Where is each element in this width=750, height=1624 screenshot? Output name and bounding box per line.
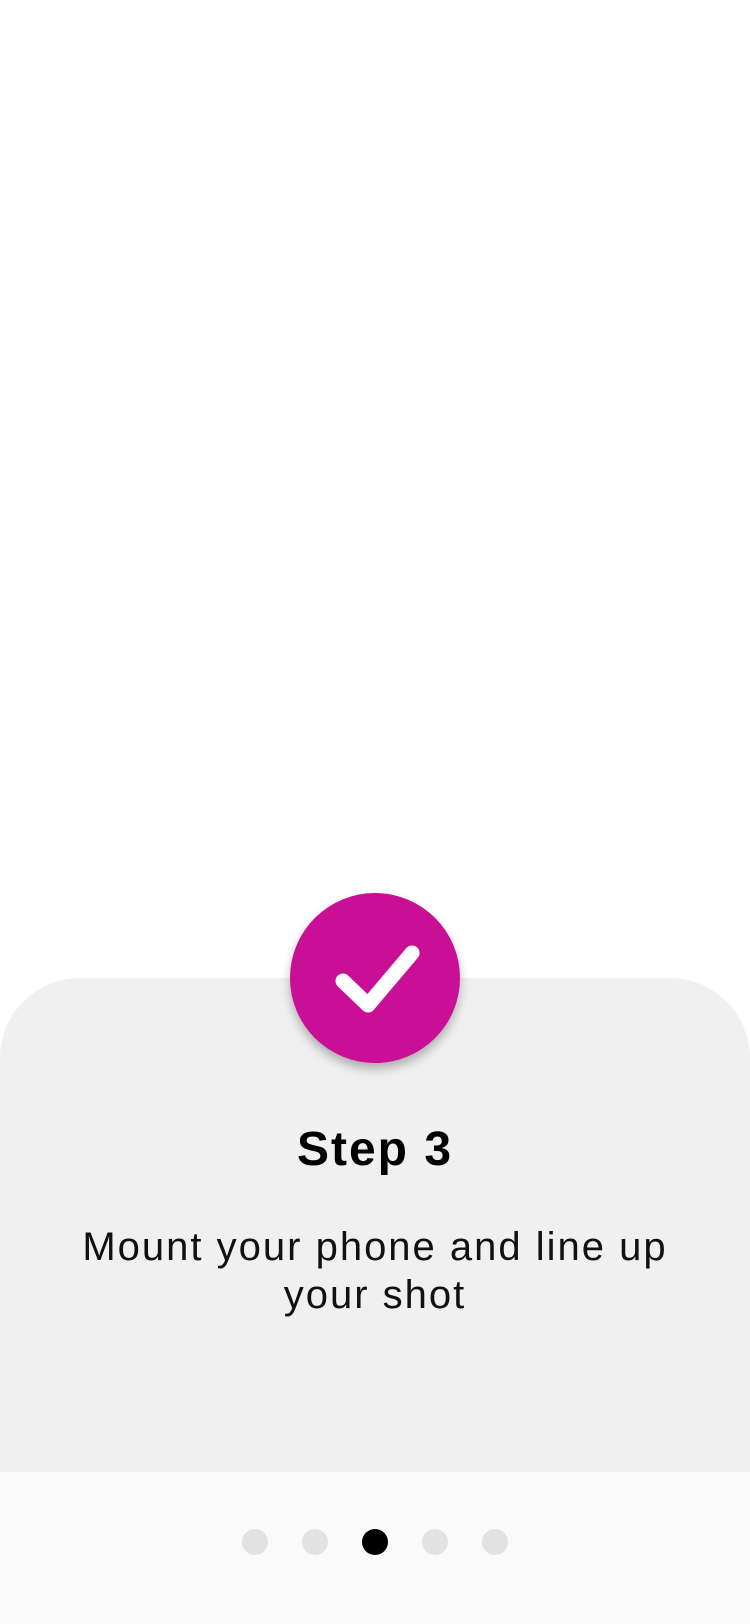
checkmark-icon <box>335 945 420 1013</box>
page-dot-3-active[interactable] <box>362 1529 388 1555</box>
page-dot-4[interactable] <box>422 1529 448 1555</box>
page-dot-1[interactable] <box>242 1529 268 1555</box>
page-dot-5[interactable] <box>482 1529 508 1555</box>
step-badge <box>290 893 460 1063</box>
step-title: Step 3 <box>296 1123 454 1176</box>
step-description: Mount your phone and line up your shot <box>82 1225 668 1317</box>
page-dot-2[interactable] <box>302 1529 328 1555</box>
page-indicator <box>0 1529 750 1555</box>
onboarding-screen: Step 3 Mount your phone and line up your… <box>0 0 750 1624</box>
